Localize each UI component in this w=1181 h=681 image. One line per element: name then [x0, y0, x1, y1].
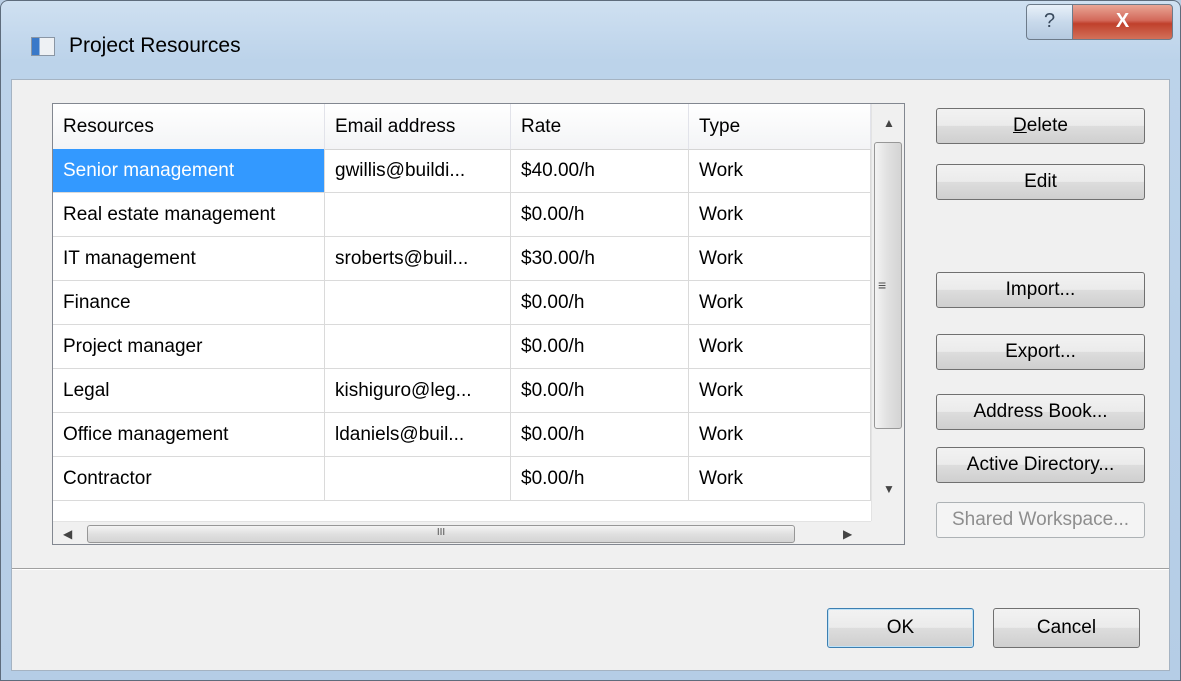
type-cell[interactable]: Work	[689, 325, 871, 369]
resource-cell[interactable]: Project manager	[53, 325, 325, 369]
help-button[interactable]: ?	[1026, 4, 1073, 40]
email-cell[interactable]: kishiguro@leg...	[325, 369, 511, 413]
rate-cell[interactable]: $40.00/h	[511, 149, 689, 193]
grid-viewport: Resources Email address Rate Type Senior…	[53, 104, 871, 521]
scroll-grip-icon: III	[436, 527, 446, 538]
delete-label: elete	[1026, 115, 1068, 136]
grid-header-row: Resources Email address Rate Type	[53, 104, 871, 150]
table-row[interactable]: IT management sroberts@buil... $30.00/h Wor…	[53, 237, 871, 281]
cancel-button[interactable]: Cancel	[993, 608, 1140, 648]
rate-cell[interactable]: $0.00/h	[511, 413, 689, 457]
shared-workspace-button[interactable]: Shared Workspace...	[936, 502, 1145, 538]
horizontal-scrollbar[interactable]: ◀ III ▶	[53, 521, 871, 544]
window-title: Project Resources	[69, 34, 241, 57]
rate-cell[interactable]: $0.00/h	[511, 369, 689, 413]
address-book-button[interactable]: Address Book...	[936, 394, 1145, 430]
resources-grid: Resources Email address Rate Type Senior…	[52, 103, 905, 545]
resource-cell[interactable]: Finance	[53, 281, 325, 325]
resource-cell[interactable]: IT management	[53, 237, 325, 281]
type-cell[interactable]: Work	[689, 413, 871, 457]
edit-button[interactable]: Edit	[936, 164, 1145, 200]
rate-cell[interactable]: $0.00/h	[511, 281, 689, 325]
scroll-grip-icon: ≡	[878, 277, 887, 293]
column-header-rate[interactable]: Rate	[511, 104, 689, 149]
close-icon: X	[1115, 10, 1130, 32]
table-row[interactable]: Finance $0.00/h Work	[53, 281, 871, 325]
delete-accelerator: D	[1013, 115, 1027, 136]
column-header-resources[interactable]: Resources	[53, 104, 325, 149]
type-cell[interactable]: Work	[689, 369, 871, 413]
ok-button[interactable]: OK	[827, 608, 974, 648]
email-cell[interactable]: gwillis@buildi...	[325, 149, 511, 193]
project-resources-dialog: Project Resources ? X Resources Email ad…	[0, 0, 1181, 681]
resource-cell[interactable]: Real estate management	[53, 193, 325, 237]
email-cell[interactable]: sroberts@buil...	[325, 237, 511, 281]
table-row[interactable]: Contractor $0.00/h Work	[53, 457, 871, 501]
resource-cell[interactable]: Senior management	[53, 149, 325, 193]
vertical-scroll-thumb[interactable]: ≡	[874, 142, 902, 429]
table-row[interactable]: Office management ldaniels@buil... $0.00/h…	[53, 413, 871, 457]
help-icon: ?	[1043, 10, 1056, 32]
export-button[interactable]: Export...	[936, 334, 1145, 370]
title-bar: Project Resources ? X	[1, 1, 1180, 79]
vertical-scrollbar[interactable]: ▲ ≡ ▼	[871, 104, 904, 521]
rate-cell[interactable]: $0.00/h	[511, 457, 689, 501]
table-row[interactable]: Project manager $0.00/h Work	[53, 325, 871, 369]
active-directory-button[interactable]: Active Directory...	[936, 447, 1145, 483]
horizontal-scroll-thumb[interactable]: III	[87, 525, 795, 543]
table-row[interactable]: Legal kishiguro@leg... $0.00/h Work	[53, 369, 871, 413]
scrollbar-corner	[871, 521, 904, 544]
email-cell[interactable]: ldaniels@buil...	[325, 413, 511, 457]
import-button[interactable]: Import...	[936, 272, 1145, 308]
delete-button[interactable]: Delete	[936, 108, 1145, 144]
column-header-email[interactable]: Email address	[325, 104, 511, 149]
type-cell[interactable]: Work	[689, 193, 871, 237]
type-cell[interactable]: Work	[689, 281, 871, 325]
column-header-type[interactable]: Type	[689, 104, 871, 149]
scroll-down-icon[interactable]: ▼	[883, 482, 895, 496]
table-row[interactable]: Real estate management $0.00/h Work	[53, 193, 871, 237]
type-cell[interactable]: Work	[689, 149, 871, 193]
resource-cell[interactable]: Legal	[53, 369, 325, 413]
resource-cell[interactable]: Office management	[53, 413, 325, 457]
resource-cell[interactable]: Contractor	[53, 457, 325, 501]
type-cell[interactable]: Work	[689, 457, 871, 501]
email-cell[interactable]	[325, 193, 511, 237]
email-cell[interactable]	[325, 281, 511, 325]
email-cell[interactable]	[325, 457, 511, 501]
rate-cell[interactable]: $0.00/h	[511, 325, 689, 369]
footer-separator	[12, 568, 1169, 570]
scroll-up-icon[interactable]: ▲	[883, 116, 895, 130]
rate-cell[interactable]: $30.00/h	[511, 237, 689, 281]
close-button[interactable]: X	[1072, 4, 1173, 40]
scroll-left-icon[interactable]: ◀	[63, 527, 72, 541]
app-window-icon	[31, 37, 55, 56]
rate-cell[interactable]: $0.00/h	[511, 193, 689, 237]
scroll-right-icon[interactable]: ▶	[843, 527, 852, 541]
type-cell[interactable]: Work	[689, 237, 871, 281]
table-row[interactable]: Senior management gwillis@buildi... $40.00…	[53, 149, 871, 193]
dialog-client-area: Resources Email address Rate Type Senior…	[11, 79, 1170, 671]
email-cell[interactable]	[325, 325, 511, 369]
